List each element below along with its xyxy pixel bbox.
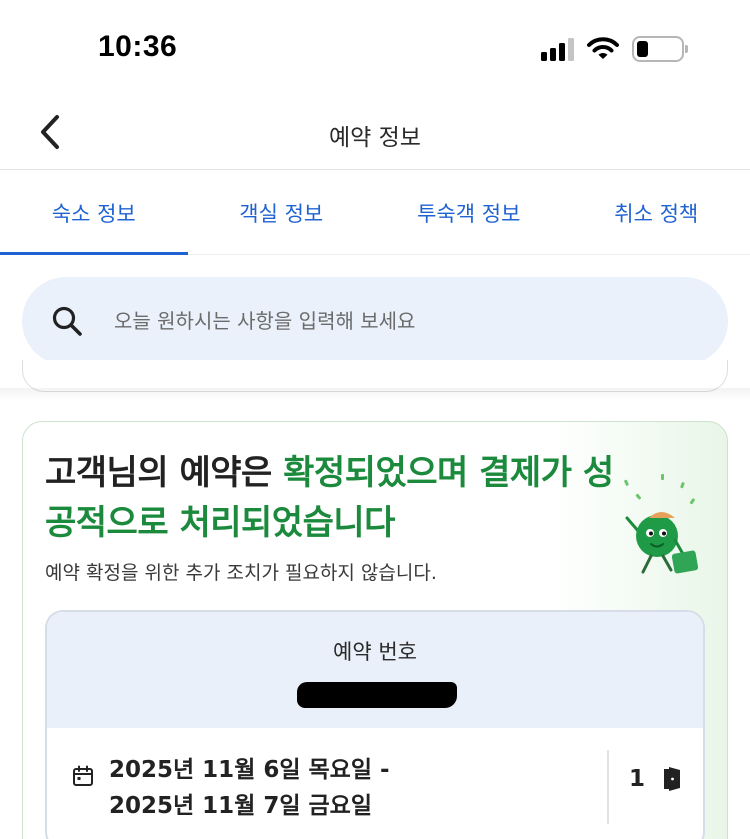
header: 예약 정보 — [0, 100, 750, 170]
check-out-date: 2025년 11월 7일 금요일 — [109, 793, 373, 819]
status-time: 10:36 — [98, 30, 178, 63]
redacted-booking-number — [297, 682, 457, 708]
tab-bar: 숙소 정보 객실 정보 투숙객 정보 취소 정책 — [0, 171, 750, 255]
booking-number-label: 예약 번호 — [333, 640, 417, 664]
booking-summary: 예약 번호 2025년 11월 6일 목요일 - 2025년 11월 7일 금요… — [45, 610, 705, 839]
search-icon — [50, 304, 84, 338]
confirmation-title: 고객님의 예약은 확정되었으며 결제가 성공적으로 처리되었습니다 — [45, 448, 635, 548]
battery-icon — [632, 36, 688, 62]
tab-guest-info[interactable]: 투숙객 정보 — [375, 171, 563, 254]
scroll-shadow — [0, 388, 750, 400]
search-input[interactable] — [114, 309, 674, 333]
page-title: 예약 정보 — [329, 125, 421, 151]
stay-dates: 2025년 11월 6일 목요일 - 2025년 11월 7일 금요일 — [109, 752, 390, 824]
tab-room-info[interactable]: 객실 정보 — [188, 171, 376, 254]
status-bar: 10:36 — [0, 0, 750, 100]
calendar-icon — [73, 765, 93, 786]
status-icons — [541, 36, 688, 62]
room-count: 1 — [629, 766, 646, 792]
booking-number-section: 예약 번호 — [47, 612, 703, 728]
divider — [607, 750, 609, 824]
stay-dates-section: 2025년 11월 6일 목요일 - 2025년 11월 7일 금요일 1 — [47, 728, 703, 839]
tab-property-info[interactable]: 숙소 정보 — [0, 171, 188, 255]
mascot-illustration — [624, 474, 699, 574]
confirmation-title-prefix: 고객님의 예약은 — [45, 453, 284, 493]
tab-cancellation-policy[interactable]: 취소 정책 — [563, 171, 750, 254]
confirmation-subtitle: 예약 확정을 위한 추가 조치가 필요하지 않습니다. — [45, 562, 437, 584]
wifi-icon — [587, 37, 619, 59]
confirmation-card: 고객님의 예약은 확정되었으며 결제가 성공적으로 처리되었습니다 예약 확정을… — [22, 421, 728, 839]
cellular-signal-icon — [541, 37, 574, 61]
door-icon — [664, 767, 680, 791]
check-in-date: 2025년 11월 6일 목요일 - — [109, 757, 390, 783]
search-bar[interactable] — [22, 277, 728, 365]
